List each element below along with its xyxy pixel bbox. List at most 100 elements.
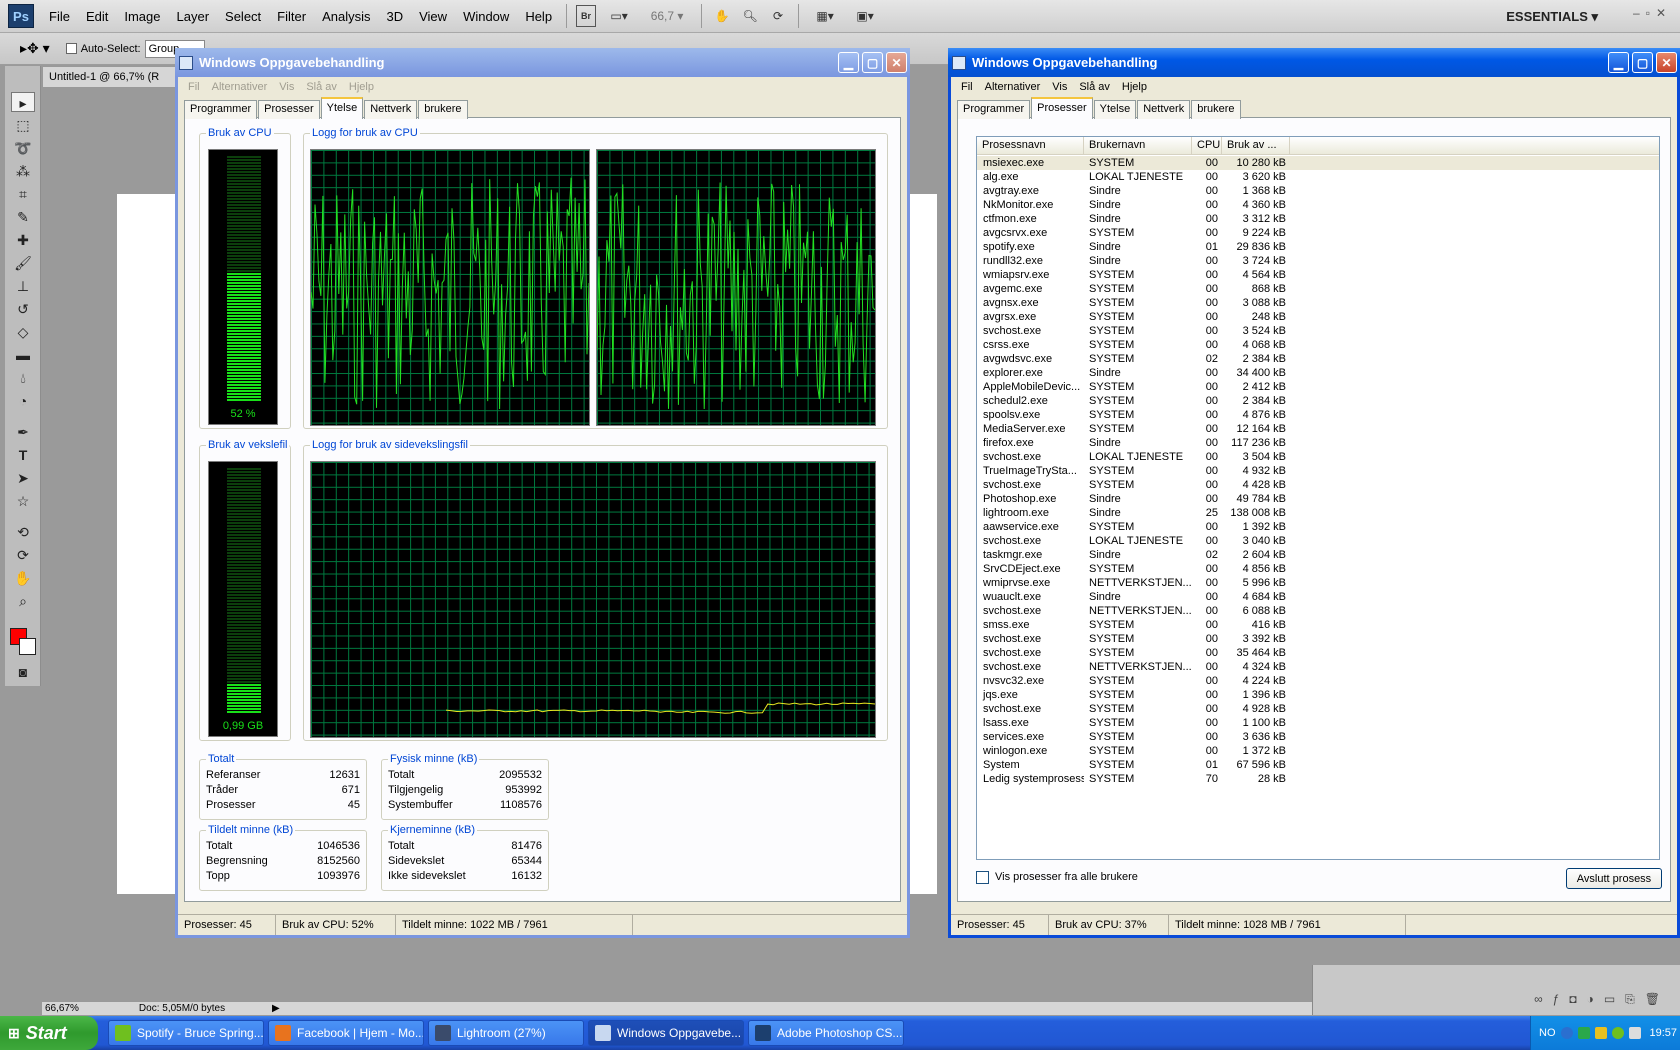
menu-vis[interactable]: Vis [273, 81, 300, 93]
tab-nettverk[interactable]: Nettverk [364, 100, 418, 119]
ps-menu-file[interactable]: File [41, 9, 78, 24]
process-row[interactable]: firefox.exe Sindre 00 117 236 kB [977, 436, 1659, 450]
rotate-view-icon[interactable]: ⟳ [767, 5, 789, 27]
process-row[interactable]: aawservice.exe SYSTEM 00 1 392 kB [977, 520, 1659, 534]
menu-hjelp[interactable]: Hjelp [1116, 81, 1153, 93]
end-process-button[interactable]: Avslutt prosess [1566, 868, 1662, 889]
history-brush-tool-icon[interactable]: ↺ [11, 299, 35, 319]
process-row[interactable]: avgcsrvx.exe SYSTEM 00 9 224 kB [977, 226, 1659, 240]
quick-mask-icon[interactable]: ◙ [11, 662, 35, 682]
lasso-tool-icon[interactable]: ➰ [11, 138, 35, 158]
eraser-tool-icon[interactable]: ◇ [11, 322, 35, 342]
process-row[interactable]: avgrsx.exe SYSTEM 00 248 kB [977, 310, 1659, 324]
process-row[interactable]: avgwdsvc.exe SYSTEM 02 2 384 kB [977, 352, 1659, 366]
taskbar-button-task-manager[interactable]: Windows Oppgavebe... [588, 1020, 744, 1046]
column-header-name[interactable]: Prosessnavn [977, 137, 1084, 154]
tab-brukere[interactable]: brukere [418, 100, 468, 119]
process-row[interactable]: svchost.exe SYSTEM 00 3 392 kB [977, 632, 1659, 646]
column-header-cpu[interactable]: CPU [1192, 137, 1222, 154]
menu-sla-av[interactable]: Slå av [300, 81, 343, 93]
process-row[interactable]: NkMonitor.exe Sindre 00 4 360 kB [977, 198, 1659, 212]
menu-alternativer[interactable]: Alternativer [206, 81, 274, 93]
menu-alternativer[interactable]: Alternativer [979, 81, 1047, 93]
process-row[interactable]: avgemc.exe SYSTEM 00 868 kB [977, 282, 1659, 296]
hand-tool-icon[interactable]: ✋ [711, 5, 733, 27]
tab-programmer[interactable]: Programmer [184, 100, 258, 119]
process-row[interactable]: wmiprvse.exe NETTVERKSTJEN... 00 5 996 kB [977, 576, 1659, 590]
process-row[interactable]: schedul2.exe SYSTEM 00 2 384 kB [977, 394, 1659, 408]
process-row[interactable]: alg.exe LOKAL TJENESTE 00 3 620 kB [977, 170, 1659, 184]
tab-ytelse[interactable]: Ytelse [1093, 100, 1137, 119]
process-row[interactable]: svchost.exe SYSTEM 00 4 928 kB [977, 702, 1659, 716]
column-header-memory[interactable]: Bruk av ... [1222, 137, 1290, 154]
process-row[interactable]: svchost.exe SYSTEM 00 35 464 kB [977, 646, 1659, 660]
ps-menu-view[interactable]: View [411, 9, 455, 24]
process-row[interactable]: svchost.exe LOKAL TJENESTE 00 3 040 kB [977, 534, 1659, 548]
zoom-tool-icon[interactable]: ⌕ [11, 591, 35, 611]
crop-tool-icon[interactable]: ⌗ [11, 184, 35, 204]
bridge-button[interactable]: Br [576, 5, 597, 27]
brush-tool-icon[interactable]: 🖌︎ [11, 253, 35, 273]
process-row[interactable]: avgnsx.exe SYSTEM 00 3 088 kB [977, 296, 1659, 310]
process-row[interactable]: services.exe SYSTEM 00 3 636 kB [977, 730, 1659, 744]
taskbar-button-firefox[interactable]: Facebook | Hjem - Mo... [268, 1020, 424, 1046]
process-row[interactable]: rundll32.exe Sindre 00 3 724 kB [977, 254, 1659, 268]
zoom-field[interactable]: 66,7 ▾ [642, 5, 692, 27]
language-indicator[interactable]: NO [1539, 1027, 1556, 1039]
maximize-button[interactable]: ▢ [862, 52, 883, 73]
process-row[interactable]: avgtray.exe Sindre 00 1 368 kB [977, 184, 1659, 198]
ps-menu-analysis[interactable]: Analysis [314, 9, 378, 24]
3d-orbit-tool-icon[interactable]: ⟳ [11, 545, 35, 565]
menu-vis[interactable]: Vis [1046, 81, 1073, 93]
marquee-tool-icon[interactable]: ⬚ [11, 115, 35, 135]
zoom-tool-icon[interactable]: 🔍︎ [739, 5, 761, 27]
process-row[interactable]: svchost.exe SYSTEM 00 3 524 kB [977, 324, 1659, 338]
background-color-swatch[interactable] [19, 638, 36, 655]
minimize-button[interactable]: ▁ [1608, 52, 1629, 73]
tab-brukere[interactable]: brukere [1191, 100, 1241, 119]
tab-prosesser[interactable]: Prosesser [258, 100, 320, 119]
ps-menu-image[interactable]: Image [116, 9, 168, 24]
menu-sla-av[interactable]: Slå av [1073, 81, 1116, 93]
tab-nettverk[interactable]: Nettverk [1137, 100, 1191, 119]
menu-fil[interactable]: Fil [955, 81, 979, 93]
title-bar[interactable]: Windows Oppgavebehandling ▁ ▢ ✕ [948, 48, 1680, 77]
process-row[interactable]: wmiapsrv.exe SYSTEM 00 4 564 kB [977, 268, 1659, 282]
blur-tool-icon[interactable]: 💧︎ [11, 368, 35, 388]
stamp-tool-icon[interactable]: ⊥ [11, 276, 35, 296]
auto-select-checkbox[interactable] [65, 43, 77, 54]
tray-network-icon[interactable] [1577, 1027, 1590, 1039]
process-row[interactable]: ctfmon.exe Sindre 00 3 312 kB [977, 212, 1659, 226]
process-row[interactable]: smss.exe SYSTEM 00 416 kB [977, 618, 1659, 632]
tab-ytelse[interactable]: Ytelse [320, 97, 364, 119]
3d-rotate-tool-icon[interactable]: ⟲ [11, 522, 35, 542]
dodge-tool-icon[interactable]: ◔ [11, 391, 35, 411]
process-row[interactable]: nvsvc32.exe SYSTEM 00 4 224 kB [977, 674, 1659, 688]
arrange-documents-icon[interactable]: ▦▾ [808, 5, 842, 27]
tray-spotify-icon[interactable] [1611, 1027, 1624, 1039]
screen-mode-2-icon[interactable]: ▣▾ [848, 5, 882, 27]
process-row[interactable]: spotify.exe Sindre 01 29 836 kB [977, 240, 1659, 254]
healing-tool-icon[interactable]: ✚ [11, 230, 35, 250]
title-bar[interactable]: Windows Oppgavebehandling ▁ ▢ ✕ [175, 48, 910, 77]
show-all-processes-label[interactable]: Vis prosesser fra alle brukere [995, 871, 1138, 883]
ps-menu-select[interactable]: Select [217, 9, 269, 24]
type-tool-icon[interactable]: T [11, 445, 35, 465]
ps-menu-edit[interactable]: Edit [78, 9, 116, 24]
process-row[interactable]: svchost.exe NETTVERKSTJEN... 00 6 088 kB [977, 604, 1659, 618]
start-button[interactable]: ⊞ Start [0, 1016, 98, 1050]
process-row[interactable]: svchost.exe SYSTEM 00 4 428 kB [977, 478, 1659, 492]
quick-select-tool-icon[interactable]: ⁂ [11, 161, 35, 181]
process-row[interactable]: AppleMobileDevic... SYSTEM 00 2 412 kB [977, 380, 1659, 394]
tray-security-icon[interactable] [1594, 1027, 1607, 1039]
process-row[interactable]: taskmgr.exe Sindre 02 2 604 kB [977, 548, 1659, 562]
move-tool-icon[interactable]: ▸✥ ▾ [20, 40, 50, 57]
process-row[interactable]: csrss.exe SYSTEM 00 4 068 kB [977, 338, 1659, 352]
ps-menu-filter[interactable]: Filter [269, 9, 314, 24]
taskbar-button-spotify[interactable]: Spotify - Bruce Spring... [108, 1020, 264, 1046]
eyedropper-tool-icon[interactable]: ✎ [11, 207, 35, 227]
hand-tool-icon[interactable]: ✋ [11, 568, 35, 588]
gradient-tool-icon[interactable]: ▬ [11, 345, 35, 365]
tab-programmer[interactable]: Programmer [957, 100, 1031, 119]
close-button[interactable]: ✕ [1656, 52, 1677, 73]
